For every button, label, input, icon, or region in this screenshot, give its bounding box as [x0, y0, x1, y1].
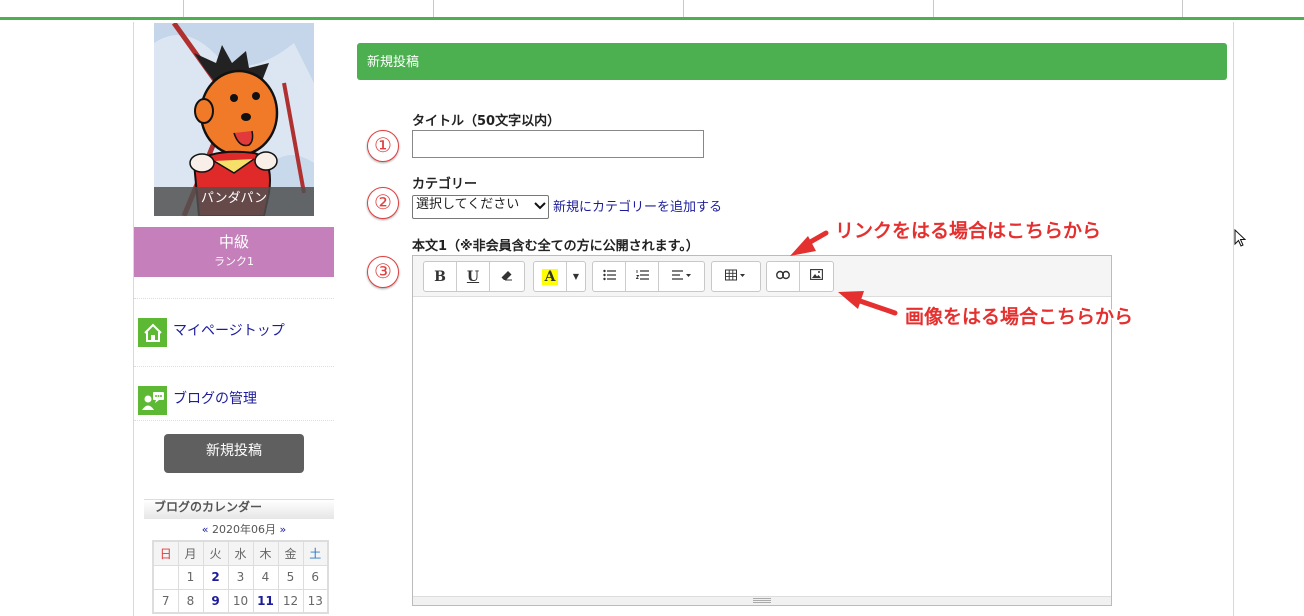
- mouse-cursor-icon: [1234, 228, 1248, 253]
- arrow-to-image-icon: [838, 291, 898, 316]
- annotation-arrows: [790, 230, 898, 316]
- arrow-to-link-icon: [790, 230, 829, 256]
